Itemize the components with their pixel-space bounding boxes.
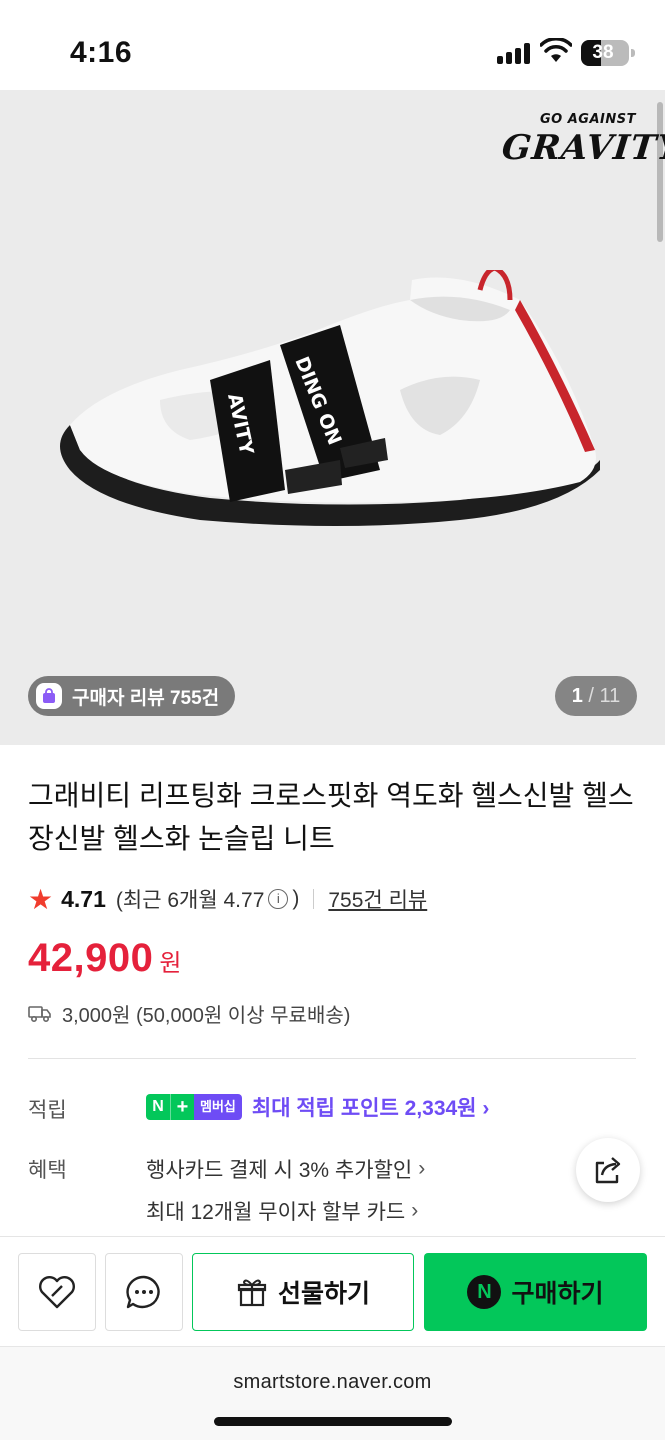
browser-url-bar[interactable]: smartstore.naver.com — [0, 1346, 665, 1440]
brand-logo: GO AGAINST GRAVITY — [499, 112, 665, 168]
url-text[interactable]: smartstore.naver.com — [0, 1371, 665, 1394]
shipping-text: 3,000원 (50,000원 이상 무료배송) — [62, 1004, 351, 1027]
max-points-text: 최대 적립 포인트 2,334원 › — [251, 1097, 490, 1120]
points-label: 적립 — [28, 1099, 67, 1122]
rating-score: 4.71 — [61, 885, 106, 912]
shopping-bag-icon — [36, 683, 62, 709]
naver-plus-membership-badge: N + 멤버십 — [146, 1094, 242, 1120]
star-icon: ★ — [28, 883, 54, 915]
battery-icon: 38 — [581, 40, 635, 66]
cellular-signal-icon — [497, 42, 533, 64]
price: 42,900 원 — [28, 936, 181, 981]
gift-button[interactable]: 선물하기 — [192, 1253, 414, 1331]
benefit-card-discount[interactable]: 행사카드 결제 시 3% 추가할인 › — [146, 1154, 425, 1184]
benefit-installment[interactable]: 최대 12개월 무이자 할부 카드 › — [146, 1196, 418, 1226]
recent-rating-close: ) — [292, 887, 300, 910]
heart-icon — [39, 1276, 75, 1309]
shipping-info: 3,000원 (50,000원 이상 무료배송) — [28, 996, 350, 1030]
scroll-indicator — [657, 102, 663, 242]
product-title: 그래비티 리프팅화 크로스핏화 역도화 헬스신발 헬스장신발 헬스화 논슬립 니… — [28, 780, 634, 854]
price-amount: 42,900 — [28, 936, 154, 980]
naver-pay-icon: N — [467, 1275, 502, 1309]
wishlist-button[interactable] — [18, 1253, 96, 1331]
share-button[interactable] — [576, 1138, 640, 1202]
chat-icon — [126, 1275, 160, 1309]
share-icon — [595, 1157, 621, 1184]
chat-button[interactable] — [105, 1253, 183, 1331]
status-bar: 4:16 38 — [0, 0, 665, 90]
product-image-carousel[interactable]: GO AGAINST GRAVITY AVITY DING ON 구매자 리뷰 … — [0, 90, 665, 745]
info-icon[interactable]: i — [268, 889, 289, 909]
recent-rating: (최근 6개월 4.77 — [115, 889, 265, 912]
buy-button[interactable]: N 구매하기 — [424, 1253, 647, 1331]
divider — [313, 889, 315, 909]
wifi-icon — [540, 38, 572, 62]
chevron-right-icon: › — [411, 1199, 419, 1222]
points-row[interactable]: N + 멤버십 최대 적립 포인트 2,334원 › — [146, 1090, 489, 1124]
battery-level: 38 — [592, 42, 614, 63]
price-unit: 원 — [159, 950, 182, 977]
buyer-review-badge[interactable]: 구매자 리뷰 755건 — [28, 676, 236, 716]
benefits-label: 혜택 — [28, 1159, 67, 1182]
buy-label: 구매하기 — [511, 1280, 604, 1308]
review-count-label: 구매자 리뷰 755건 — [72, 687, 220, 709]
chevron-right-icon: › — [418, 1157, 426, 1180]
section-divider — [28, 1058, 636, 1059]
status-time: 4:16 — [70, 36, 133, 69]
reviews-link[interactable]: 755건 리뷰 — [328, 884, 427, 914]
home-indicator — [214, 1417, 452, 1426]
gift-label: 선물하기 — [277, 1280, 370, 1308]
image-page-indicator: 1 / 11 — [555, 676, 637, 716]
gift-icon — [237, 1279, 267, 1307]
rating-row: ★ 4.71 (최근 6개월 4.77 i ) 755건 리뷰 — [28, 880, 427, 918]
shoe-product-image: AVITY DING ON — [60, 270, 600, 526]
truck-icon — [28, 1006, 51, 1023]
bottom-action-bar: 선물하기 N 구매하기 — [0, 1236, 665, 1346]
